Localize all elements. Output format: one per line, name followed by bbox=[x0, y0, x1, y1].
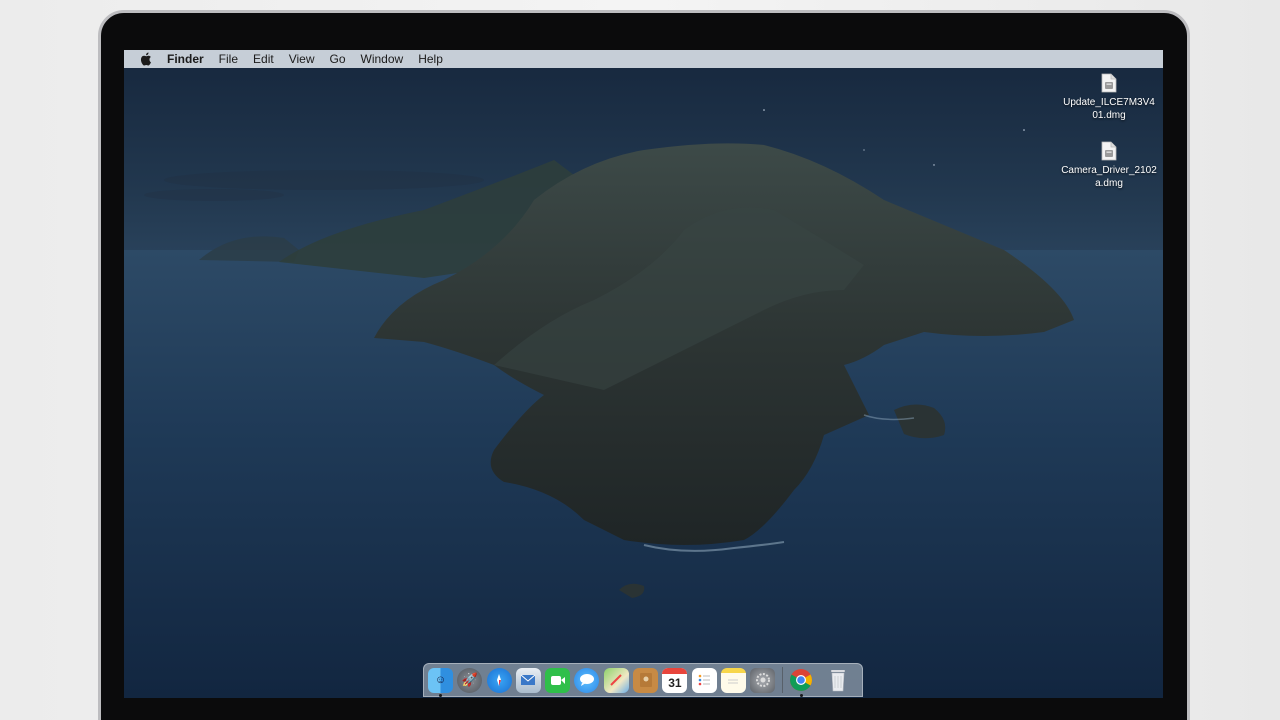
menu-view[interactable]: View bbox=[289, 52, 315, 66]
apple-menu-icon[interactable] bbox=[139, 52, 153, 66]
safari-icon[interactable] bbox=[486, 667, 512, 693]
trash-icon[interactable] bbox=[826, 668, 851, 693]
disk-image-file-icon bbox=[1101, 73, 1117, 93]
launchpad-icon[interactable]: 🚀 bbox=[457, 667, 483, 693]
dock-separator bbox=[781, 667, 783, 693]
notes-icon[interactable] bbox=[720, 667, 746, 693]
maps-icon[interactable] bbox=[603, 667, 629, 693]
contacts-icon[interactable] bbox=[633, 667, 659, 693]
menu-finder[interactable]: Finder bbox=[167, 52, 204, 66]
menu-edit[interactable]: Edit bbox=[253, 52, 274, 66]
dock: ☺ 🚀 31 bbox=[423, 663, 863, 697]
disk-image-file-icon bbox=[1101, 141, 1117, 161]
desktop-file-label: Update_ILCE7M3V401.dmg bbox=[1063, 97, 1155, 121]
desktop-file-update-dmg[interactable]: Update_ILCE7M3V401.dmg bbox=[1054, 73, 1163, 122]
desktop-file-label: Camera_Driver_2102a.dmg bbox=[1061, 165, 1157, 189]
facetime-icon[interactable] bbox=[545, 667, 571, 693]
desktop-screen: Finder File Edit View Go Window Help Upd… bbox=[124, 50, 1163, 698]
messages-icon[interactable] bbox=[574, 667, 600, 693]
finder-icon[interactable]: ☺ bbox=[428, 667, 453, 697]
menu-go[interactable]: Go bbox=[330, 52, 346, 66]
menu-help[interactable]: Help bbox=[418, 52, 443, 66]
calendar-header bbox=[662, 667, 688, 674]
menu-file[interactable]: File bbox=[219, 52, 238, 66]
calendar-icon[interactable]: 31 bbox=[662, 667, 688, 693]
system-preferences-icon[interactable] bbox=[750, 667, 776, 693]
catalina-wallpaper bbox=[124, 50, 1163, 698]
menu-bar: Finder File Edit View Go Window Help bbox=[124, 50, 1163, 68]
chrome-icon[interactable] bbox=[789, 668, 814, 697]
calendar-day: 31 bbox=[668, 675, 682, 690]
reminders-icon[interactable] bbox=[691, 667, 717, 693]
desktop-file-camera-driver-dmg[interactable]: Camera_Driver_2102a.dmg bbox=[1054, 141, 1163, 190]
mail-icon[interactable] bbox=[515, 667, 541, 693]
menu-window[interactable]: Window bbox=[361, 52, 404, 66]
